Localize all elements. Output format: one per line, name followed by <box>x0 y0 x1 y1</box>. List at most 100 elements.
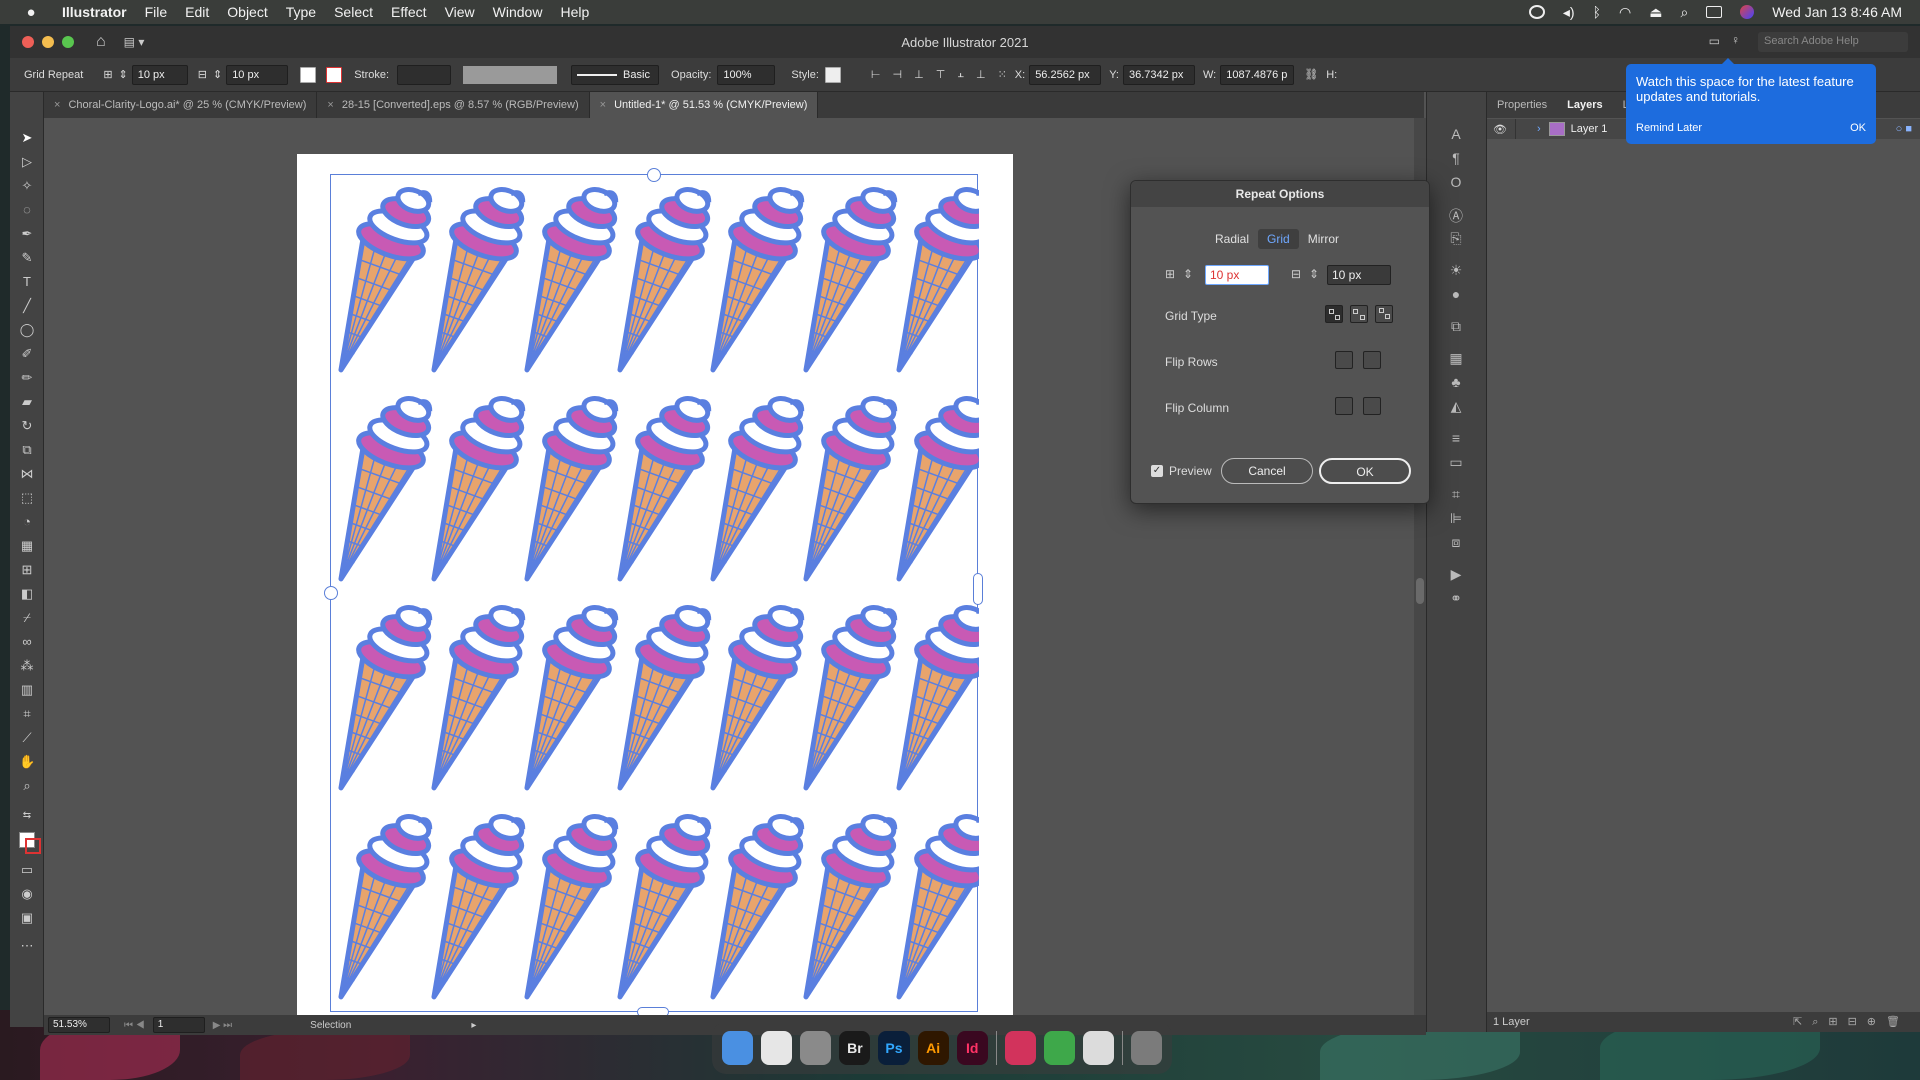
arrange-documents-icon[interactable]: ▭ <box>1709 34 1720 48</box>
stroke-weight-field[interactable] <box>397 64 452 85</box>
gradient-panel-icon[interactable]: ▭ <box>1447 454 1465 470</box>
swatches-panel-icon[interactable]: ▦ <box>1447 350 1465 366</box>
color-mode-icon[interactable]: ▭ <box>19 862 35 878</box>
fill-stroke-swap-icon[interactable]: ⇆ <box>19 808 35 824</box>
line-segment-tool-icon[interactable]: ╱ <box>19 298 35 314</box>
h-spacing-stepper-icon[interactable]: ⇕ <box>119 68 128 81</box>
align-panel-icon[interactable]: ⊫ <box>1447 510 1465 526</box>
x-field[interactable]: 56.2562 px <box>1029 64 1102 85</box>
eraser-tool-icon[interactable]: ▰ <box>19 394 35 410</box>
menu-app-name[interactable]: Illustrator <box>62 4 127 20</box>
brush-definition-field[interactable]: Basic <box>571 64 660 85</box>
selection-tool-icon[interactable]: ➤ <box>19 130 35 146</box>
photoshop-icon[interactable]: Ps <box>878 1031 910 1065</box>
fill-swatch-icon[interactable] <box>300 66 317 83</box>
links-panel-icon[interactable]: ⚭ <box>1447 590 1465 606</box>
symbol-sprayer-tool-icon[interactable]: ⁂ <box>19 658 35 674</box>
flip-rows-vertical-button[interactable] <box>1363 351 1381 369</box>
layer-footer-actions-icon[interactable]: ⇱⌕⊞⊟⊕🗑 <box>1793 1015 1910 1029</box>
creative-cloud-icon[interactable] <box>1004 1031 1036 1065</box>
artboard-next-icon[interactable]: ▶ ⏭ <box>213 1020 232 1031</box>
top-spacing-handle[interactable] <box>647 168 661 182</box>
grid-repeat-object[interactable] <box>324 168 983 1015</box>
draw-mode-icon[interactable]: ◉ <box>19 886 35 902</box>
paragraph-panel-icon[interactable]: ¶ <box>1447 150 1465 166</box>
screen-mode-icon[interactable]: ▣ <box>19 910 35 926</box>
lasso-tool-icon[interactable]: ◌ <box>19 202 35 218</box>
tab-properties[interactable]: Properties <box>1487 99 1557 111</box>
v-spacing-stepper[interactable]: ⇕ <box>1309 267 1319 281</box>
menu-window[interactable]: Window <box>493 4 543 20</box>
illustrator-icon[interactable]: Ai <box>917 1031 949 1065</box>
reference-point-icon[interactable]: ⁙ <box>998 68 1007 81</box>
apple-menu-icon[interactable]: ● <box>20 4 42 21</box>
layer-name[interactable]: Layer 1 <box>1571 123 1608 135</box>
v-spacing-stepper-icon[interactable]: ⇕ <box>213 68 222 81</box>
close-tab-icon[interactable]: × <box>54 99 60 111</box>
align-top-icon[interactable]: ⊤ <box>936 68 946 81</box>
stroke-swatch-icon[interactable] <box>326 66 343 83</box>
color-guide-panel-icon[interactable]: ◭ <box>1447 398 1465 414</box>
transform-panel-icon[interactable]: ⌗ <box>1447 486 1465 502</box>
status-menu-icon[interactable]: ▸ <box>471 1020 476 1031</box>
left-spacing-handle[interactable] <box>324 586 338 600</box>
menu-effect[interactable]: Effect <box>391 4 427 20</box>
scroll-thumb[interactable] <box>1416 578 1424 604</box>
tab-untitled-1[interactable]: × Untitled-1* @ 51.53 % (CMYK/Preview) <box>589 92 819 118</box>
dialog-v-spacing-input[interactable]: 10 px <box>1327 265 1391 285</box>
free-transform-tool-icon[interactable]: ⬚ <box>19 490 35 506</box>
actions-panel-icon[interactable]: ▶ <box>1447 566 1465 582</box>
trash-icon[interactable] <box>1130 1031 1163 1065</box>
brushes-panel-icon[interactable]: ♣ <box>1447 374 1465 390</box>
control-center-icon[interactable] <box>1706 6 1723 18</box>
siri-icon[interactable] <box>1740 5 1755 19</box>
opentype-panel-icon[interactable]: O <box>1447 174 1465 190</box>
preview-icon[interactable] <box>1082 1031 1115 1065</box>
tooltip-ok-button[interactable]: OK <box>1850 122 1866 134</box>
width-tool-icon[interactable]: ⋈ <box>19 466 35 482</box>
preview-label[interactable]: Preview <box>1169 464 1212 478</box>
finder-icon[interactable] <box>722 1031 754 1065</box>
chrome-icon[interactable] <box>761 1031 793 1065</box>
align-right-icon[interactable]: ⊥ <box>914 68 924 81</box>
v-spacing-field[interactable]: 10 px <box>226 64 289 85</box>
menu-file[interactable]: File <box>145 4 168 20</box>
menu-edit[interactable]: Edit <box>185 4 209 20</box>
perspective-grid-tool-icon[interactable]: ▦ <box>19 538 35 554</box>
w-field[interactable]: 1087.4876 p <box>1220 64 1295 85</box>
grid-type-grid-button[interactable] <box>1325 305 1343 323</box>
stroke-color-swatch[interactable] <box>25 838 41 854</box>
wifi-icon[interactable]: ◠ <box>1619 4 1631 21</box>
flip-rows-horizontal-button[interactable] <box>1335 351 1353 369</box>
variable-width-profile[interactable] <box>463 65 558 84</box>
align-left-icon[interactable]: ⊢ <box>871 68 881 81</box>
hand-tool-icon[interactable]: ✋ <box>19 754 35 770</box>
indesign-icon[interactable]: Id <box>956 1031 988 1065</box>
mode-radial[interactable]: Radial <box>1206 229 1258 249</box>
tab-28-15-converted[interactable]: × 28-15 [Converted].eps @ 8.57 % (RGB/Pre… <box>317 92 590 118</box>
appearance-panel-icon[interactable]: ☀ <box>1447 262 1465 278</box>
numbers-icon[interactable] <box>1043 1031 1075 1065</box>
menubar-clock[interactable]: Wed Jan 13 8:46 AM <box>1772 4 1902 20</box>
column-graph-tool-icon[interactable]: ▥ <box>19 682 35 698</box>
system-preferences-icon[interactable] <box>800 1031 832 1065</box>
menu-object[interactable]: Object <box>227 4 267 20</box>
remind-later-button[interactable]: Remind Later <box>1636 122 1702 134</box>
discover-lightbulb-icon[interactable]: ♀ <box>1731 33 1740 47</box>
shaper-tool-icon[interactable]: ✏ <box>19 370 35 386</box>
eject-icon[interactable]: ⏏ <box>1649 4 1662 21</box>
right-resize-handle[interactable] <box>973 573 983 605</box>
mode-grid[interactable]: Grid <box>1258 229 1299 249</box>
flip-column-horizontal-button[interactable] <box>1335 397 1353 415</box>
menu-select[interactable]: Select <box>334 4 373 20</box>
tab-choral-clarity-logo[interactable]: × Choral-Clarity-Logo.ai* @ 25 % (CMYK/Pr… <box>44 92 318 118</box>
align-middle-icon[interactable]: ⫠ <box>957 68 964 81</box>
visibility-eye-icon[interactable]: 👁 <box>1493 123 1511 136</box>
tab-layers[interactable]: Layers <box>1557 99 1612 111</box>
type-tool-icon[interactable]: T <box>19 274 35 290</box>
graphic-styles-panel-icon[interactable]: ● <box>1447 286 1465 302</box>
creative-cloud-status-icon[interactable] <box>1528 5 1545 19</box>
adobe-help-search-input[interactable]: Search Adobe Help <box>1758 32 1908 52</box>
rotate-tool-icon[interactable]: ↻ <box>19 418 35 434</box>
eyedropper-tool-icon[interactable]: ⌿ <box>19 610 35 626</box>
